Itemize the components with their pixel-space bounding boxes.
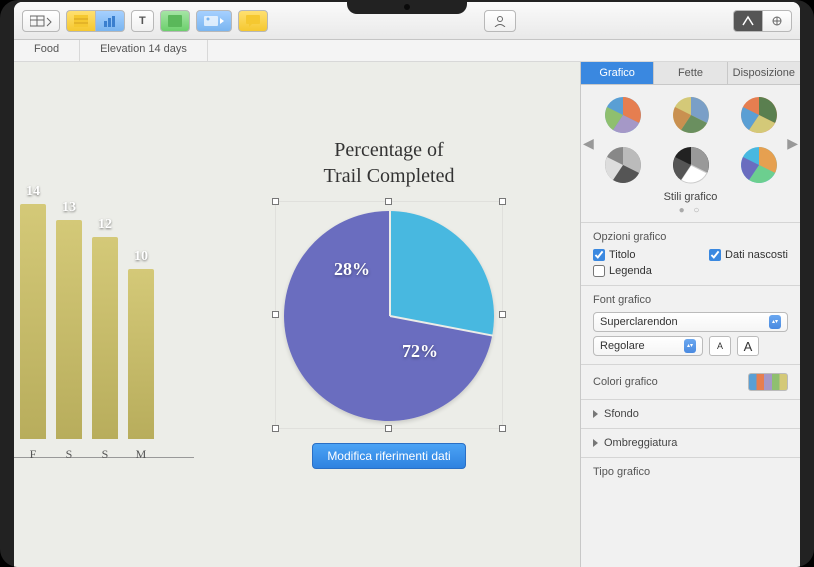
inspector-tabs: Grafico Fette Disposizione <box>581 62 800 85</box>
resize-handle[interactable] <box>499 425 506 432</box>
resize-handle[interactable] <box>272 198 279 205</box>
organize-button[interactable] <box>762 10 792 32</box>
tab-layout[interactable]: Disposizione <box>728 62 800 85</box>
section-title-font: Font grafico <box>593 294 788 306</box>
sheet-tab-elevation[interactable]: Elevation 14 days <box>80 40 208 61</box>
style-swatch[interactable] <box>663 95 719 135</box>
shape-button[interactable] <box>160 10 190 32</box>
styles-next-button[interactable]: ▶ <box>787 135 798 152</box>
style-swatch[interactable] <box>595 95 651 135</box>
checkbox-title[interactable]: Titolo <box>593 249 636 261</box>
format-group <box>733 10 792 32</box>
chart-styles: ◀ ▶ Stili grafico ● ○ <box>581 85 800 222</box>
bar-value: 12 <box>98 217 112 233</box>
collaborate-button[interactable] <box>484 10 516 32</box>
pie-slice-label: 72% <box>402 341 438 362</box>
section-title-options: Opzioni grafico <box>593 231 788 243</box>
bar-value: 14 <box>26 184 40 200</box>
styles-label: Stili grafico <box>593 191 788 203</box>
sheet-tab-bar: Food Elevation 14 days <box>14 40 800 62</box>
bar-label: M <box>136 447 147 462</box>
font-family-select[interactable]: Superclarendon▴▾ <box>593 312 788 332</box>
pie-chart-selection[interactable]: 28% 72% <box>275 201 503 429</box>
resize-handle[interactable] <box>499 198 506 205</box>
pie-chart[interactable]: 28% 72% <box>284 211 494 421</box>
section-title-colors: Colori grafico <box>593 376 658 388</box>
resize-handle[interactable] <box>385 198 392 205</box>
style-swatch[interactable] <box>731 95 787 135</box>
text-button[interactable]: T <box>131 10 154 32</box>
chart-colors-button[interactable] <box>748 373 788 391</box>
page-dots: ● ○ <box>593 205 788 216</box>
bar-value: 13 <box>62 200 76 216</box>
bar-label: S <box>102 447 109 462</box>
comment-button[interactable] <box>238 10 268 32</box>
resize-handle[interactable] <box>499 311 506 318</box>
view-menu-button[interactable] <box>22 10 60 32</box>
bar-label: S <box>66 447 73 462</box>
resize-handle[interactable] <box>272 311 279 318</box>
style-swatch[interactable] <box>731 145 787 185</box>
font-size-smaller-button[interactable]: A <box>709 336 731 356</box>
pie-slice-label: 28% <box>334 259 370 280</box>
resize-handle[interactable] <box>385 425 392 432</box>
tab-chart[interactable]: Grafico <box>581 62 654 85</box>
font-size-larger-button[interactable]: A <box>737 336 759 356</box>
disclosure-shadow[interactable]: Ombreggiatura <box>581 428 800 457</box>
bar-label: F <box>30 447 37 462</box>
chart-mode-button[interactable] <box>95 10 125 32</box>
pie-chart-title: Percentage of Trail Completed <box>254 137 524 189</box>
disclosure-background[interactable]: Sfondo <box>581 399 800 428</box>
font-weight-select[interactable]: Regolare▴▾ <box>593 336 703 356</box>
bar-value: 10 <box>134 249 148 265</box>
media-button[interactable] <box>196 10 232 32</box>
bar-chart[interactable]: 14T 14F 13S 12S 10M <box>14 182 154 462</box>
triangle-icon <box>593 410 598 418</box>
style-swatch[interactable] <box>595 145 651 185</box>
canvas[interactable]: 14T 14F 13S 12S 10M Percentage of Trail … <box>14 62 580 567</box>
triangle-icon <box>593 439 598 447</box>
checkbox-legend[interactable]: Legenda <box>593 265 788 277</box>
inspector-panel: Grafico Fette Disposizione ◀ ▶ <box>580 62 800 567</box>
checkbox-hidden-data[interactable]: Dati nascosti <box>709 249 788 261</box>
style-swatch[interactable] <box>663 145 719 185</box>
format-button[interactable] <box>733 10 762 32</box>
view-mode-group <box>66 10 125 32</box>
resize-handle[interactable] <box>272 425 279 432</box>
styles-prev-button[interactable]: ◀ <box>583 135 594 152</box>
tab-slices[interactable]: Fette <box>654 62 727 85</box>
edit-data-button[interactable]: Modifica riferimenti dati <box>312 443 465 469</box>
sheet-tab-food[interactable]: Food <box>14 40 80 61</box>
section-title-chart-type: Tipo grafico <box>593 466 788 478</box>
table-mode-button[interactable] <box>66 10 95 32</box>
